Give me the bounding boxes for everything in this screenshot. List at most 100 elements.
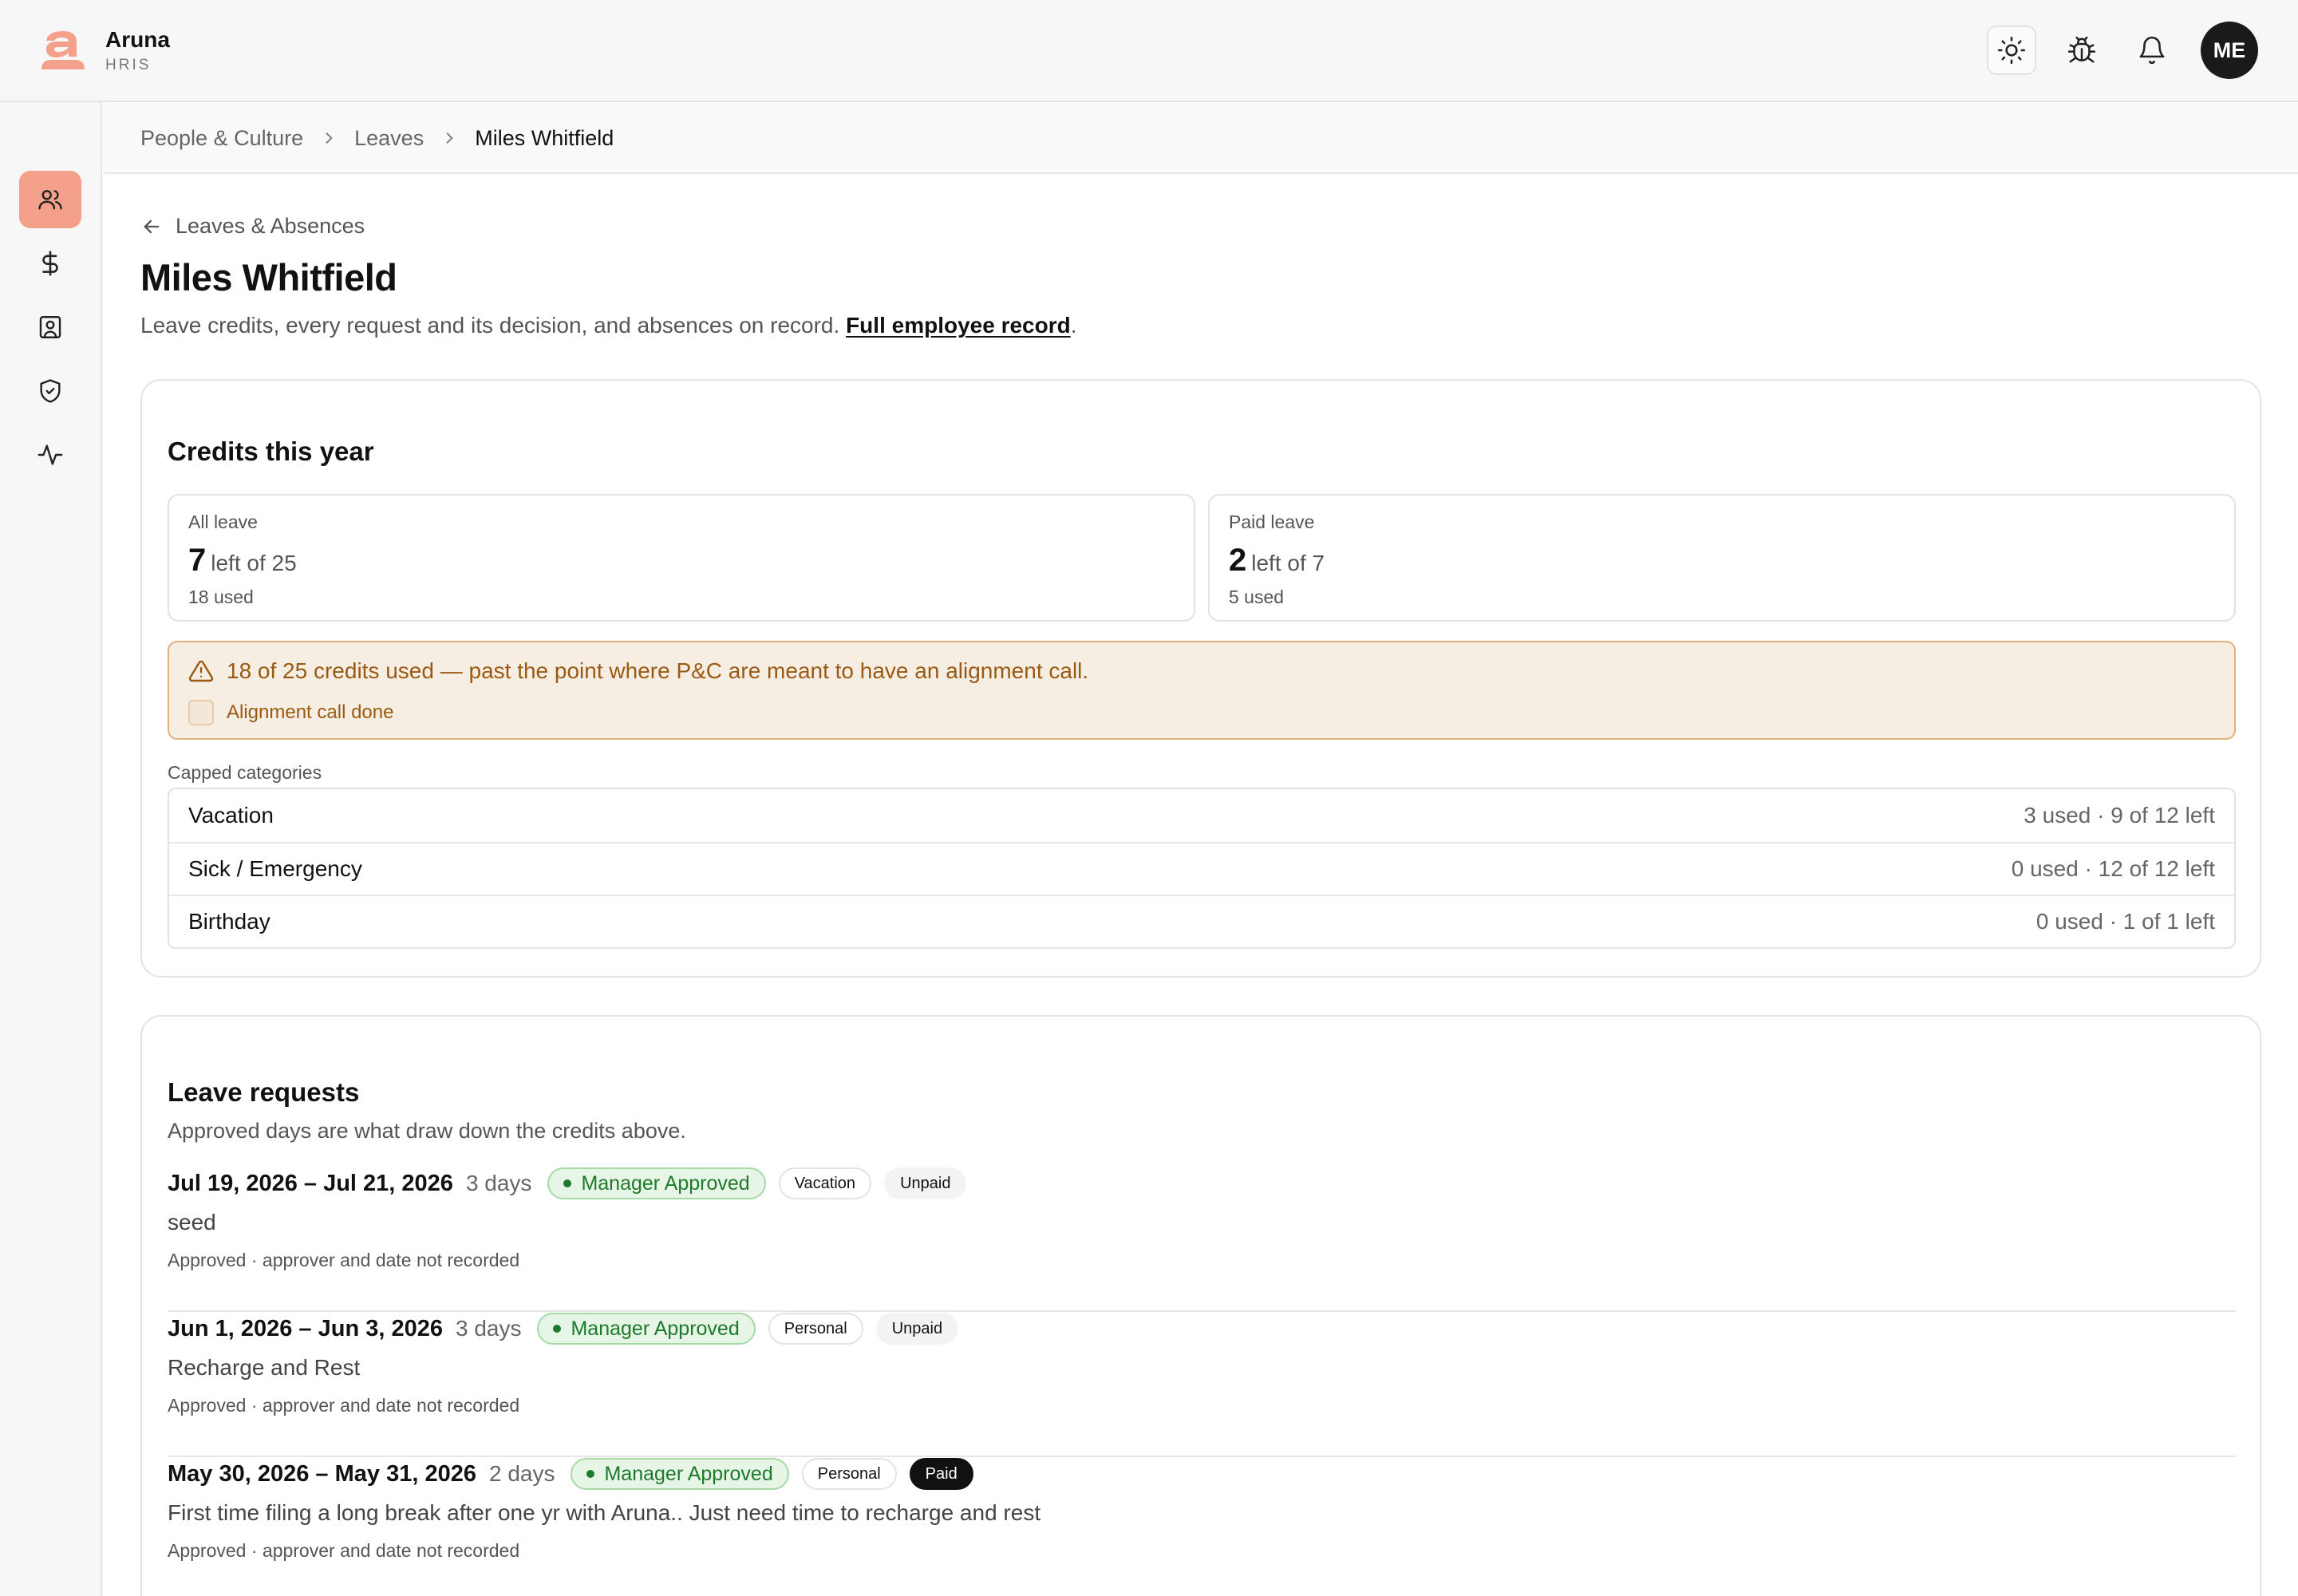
credit-total: left of 25 — [211, 551, 297, 575]
pay-badge: Paid — [909, 1458, 973, 1490]
leave-request-item[interactable]: Jul 19, 2026 – Jul 21, 2026 3 days Manag… — [168, 1167, 2236, 1312]
breadcrumb-people-culture[interactable]: People & Culture — [140, 126, 303, 151]
breadcrumb-leaves[interactable]: Leaves — [354, 126, 424, 151]
capped-categories-table: Vacation 3 used · 9 of 12 left Sick / Em… — [168, 788, 2236, 949]
pay-badge: Unpaid — [884, 1167, 967, 1199]
warning-icon — [188, 660, 214, 682]
aruna-logo-icon — [41, 31, 85, 69]
credit-used: 18 used — [188, 587, 254, 607]
request-days: 3 days — [465, 1171, 532, 1195]
request-meta: Approved · approver and date not recorde… — [168, 1395, 520, 1416]
brand-subtitle: HRIS — [105, 56, 152, 73]
status-badge: Manager Approved — [537, 1313, 756, 1345]
pay-badge: Unpaid — [875, 1313, 959, 1345]
dollar-icon — [42, 251, 58, 276]
credits-title: Credits this year — [168, 437, 374, 466]
status-dot-icon — [563, 1179, 572, 1187]
chevron-right-icon — [446, 132, 453, 144]
capped-name: Sick / Emergency — [188, 856, 362, 881]
report-bug-button[interactable] — [2057, 26, 2106, 75]
request-note: Recharge and Rest — [168, 1355, 361, 1380]
capped-categories-label: Capped categories — [168, 762, 322, 783]
back-link-label: Leaves & Absences — [176, 214, 365, 238]
capped-row-vacation: Vacation 3 used · 9 of 12 left — [169, 789, 2234, 842]
credit-total: left of 7 — [1251, 551, 1325, 575]
sidebar-item-people[interactable] — [19, 171, 81, 228]
brand[interactable]: Aruna HRIS — [40, 26, 170, 73]
breadcrumb-current: Miles Whitfield — [475, 125, 614, 150]
leave-requests-card: Leave requests Approved days are what dr… — [140, 1015, 2261, 1596]
status-badge: Manager Approved — [547, 1167, 766, 1199]
capped-value: 3 used · 9 of 12 left — [2024, 803, 2215, 828]
brand-name: Aruna — [105, 26, 170, 52]
sun-icon — [1997, 36, 2026, 65]
alignment-call-checkbox-label: Alignment call done — [227, 701, 394, 723]
sidebar-item-activity[interactable] — [19, 426, 81, 484]
alignment-call-checkbox-row[interactable]: Alignment call done — [188, 700, 393, 725]
capped-value: 0 used · 12 of 12 left — [2011, 856, 2215, 881]
request-days: 3 days — [455, 1316, 522, 1341]
page-description: Leave credits, every request and its dec… — [140, 313, 1077, 338]
notifications-button[interactable] — [2127, 26, 2177, 75]
chevron-right-icon — [326, 132, 333, 144]
page-description-text: Leave credits, every request and its dec… — [140, 313, 840, 338]
request-meta: Approved · approver and date not recorde… — [168, 1540, 520, 1561]
status-badge-label: Manager Approved — [581, 1171, 750, 1195]
request-note: First time filing a long break after one… — [168, 1500, 1041, 1525]
request-note: seed — [168, 1210, 216, 1235]
bell-icon — [2139, 36, 2165, 65]
capped-value: 0 used · 1 of 1 left — [2035, 909, 2215, 934]
request-dates: Jun 1, 2026 – Jun 3, 2026 — [168, 1315, 443, 1341]
sidebar-item-directory[interactable] — [19, 298, 81, 356]
page-description-end: . — [1070, 313, 1077, 338]
leave-requests-title: Leave requests — [168, 1077, 360, 1107]
alignment-call-alert: 18 of 25 credits used — past the point w… — [168, 641, 2236, 740]
sidebar-item-payroll[interactable] — [19, 235, 81, 292]
user-avatar[interactable]: ME — [2201, 22, 2258, 79]
activity-icon — [38, 444, 63, 465]
credits-card: Credits this year All leave 7 left of 25 … — [140, 379, 2261, 978]
sidebar — [0, 102, 102, 1596]
capped-name: Vacation — [188, 803, 274, 828]
request-dates: May 30, 2026 – May 31, 2026 — [168, 1460, 476, 1487]
alignment-call-checkbox[interactable] — [188, 700, 214, 725]
leave-type-badge: Vacation — [778, 1167, 872, 1199]
credit-left-value: 2 — [1229, 543, 1247, 578]
people-icon — [38, 190, 62, 210]
status-dot-icon — [553, 1325, 562, 1333]
status-badge-label: Manager Approved — [604, 1462, 773, 1485]
request-dates: Jul 19, 2026 – Jul 21, 2026 — [168, 1170, 453, 1196]
status-badge-label: Manager Approved — [571, 1317, 740, 1340]
page-title: Miles Whitfield — [140, 256, 397, 298]
theme-toggle-button[interactable] — [1987, 26, 2036, 75]
status-dot-icon — [586, 1470, 595, 1478]
top-bar: Aruna HRIS ME — [0, 0, 2298, 102]
capped-row-birthday: Birthday 0 used · 1 of 1 left — [169, 895, 2234, 947]
full-employee-record-link[interactable]: Full employee record — [846, 313, 1071, 338]
leave-request-item[interactable]: Jun 1, 2026 – Jun 3, 2026 3 days Manager… — [168, 1312, 2236, 1457]
contact-icon — [39, 316, 61, 338]
sidebar-item-compliance[interactable] — [19, 362, 81, 420]
bug-icon — [2067, 36, 2096, 63]
capped-name: Birthday — [188, 909, 270, 934]
alert-message: 18 of 25 credits used — past the point w… — [227, 658, 1089, 683]
main-content: Leaves & Absences Miles Whitfield Leave … — [104, 176, 2298, 1596]
paid-leave-credit-box: Paid leave 2 left of 7 5 used — [1208, 494, 2236, 622]
request-meta: Approved · approver and date not recorde… — [168, 1250, 520, 1270]
leave-request-item[interactable]: May 30, 2026 – May 31, 2026 2 days Manag… — [168, 1457, 2236, 1596]
credit-left-value: 7 — [188, 543, 207, 578]
shield-icon — [40, 379, 61, 403]
request-days: 2 days — [488, 1461, 555, 1486]
all-leave-credit-box: All leave 7 left of 25 18 used — [168, 494, 1195, 622]
leave-requests-subtitle: Approved days are what draw down the cre… — [168, 1119, 686, 1143]
breadcrumb: People & Culture Leaves Miles Whitfield — [104, 104, 2298, 174]
capped-row-sick-emergency: Sick / Emergency 0 used · 12 of 12 left — [169, 842, 2234, 895]
arrow-left-icon — [144, 219, 160, 233]
credit-label: Paid leave — [1229, 512, 1315, 532]
credit-label: All leave — [188, 512, 258, 532]
status-badge: Manager Approved — [571, 1458, 789, 1490]
credit-used: 5 used — [1229, 587, 1285, 607]
leave-type-badge: Personal — [801, 1458, 897, 1490]
leave-type-badge: Personal — [768, 1313, 863, 1345]
back-link[interactable]: Leaves & Absences — [140, 214, 365, 239]
